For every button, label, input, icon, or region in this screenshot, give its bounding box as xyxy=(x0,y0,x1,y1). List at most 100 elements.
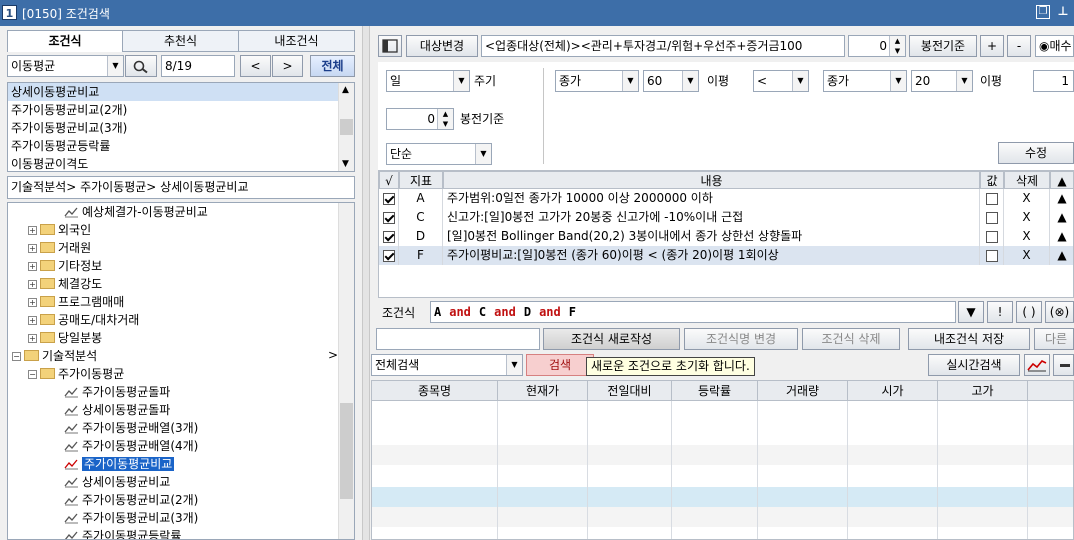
tree-item[interactable]: + 외국인 xyxy=(28,221,91,239)
condition-row[interactable]: C 신고가:[일]0봉전 고가가 20봉중 신고가에 -10%이내 근접 X ▲ xyxy=(379,208,1073,227)
condition-name-input[interactable] xyxy=(376,328,540,350)
buy-radio[interactable]: ◉매수 xyxy=(1035,35,1074,57)
search-input[interactable]: 이동평균 ▼ xyxy=(7,55,124,77)
expand-icon[interactable]: + xyxy=(28,262,37,271)
tree-item[interactable]: + 거래원 xyxy=(28,239,91,257)
panel-splitter[interactable] xyxy=(362,26,370,540)
tree-item[interactable]: 주가이동평균비교(3개) xyxy=(64,509,198,527)
result-col-header[interactable]: 거래량 xyxy=(758,381,848,401)
next-button[interactable]: > xyxy=(272,55,303,77)
tree-item[interactable]: 주가이동평균배열(4개) xyxy=(64,437,198,455)
tree-item[interactable]: 상세이동평균돌파 xyxy=(64,401,170,419)
expand-icon[interactable]: + xyxy=(28,316,37,325)
target-change-button[interactable]: 대상변경 xyxy=(406,35,478,57)
stepper-arrows-icon[interactable]: ▲ ▼ xyxy=(437,109,453,129)
result-list-item[interactable]: 이동평균이격도 xyxy=(8,155,354,171)
panel-toggle-button[interactable] xyxy=(378,35,402,57)
condition-row[interactable]: A 주가범위:0일전 종가가 10000 이상 2000000 이하 X ▲ xyxy=(379,189,1073,208)
scroll-thumb[interactable] xyxy=(340,119,353,135)
collapse-icon[interactable]: − xyxy=(28,370,37,379)
rename-condition-button[interactable]: 조건식명 변경 xyxy=(684,328,798,350)
tree-scrollbar[interactable] xyxy=(338,203,354,539)
expand-icon[interactable]: + xyxy=(28,298,37,307)
result-list-item[interactable]: 주가이동평균비교(2개) xyxy=(8,101,354,119)
condition-checkbox[interactable] xyxy=(382,192,395,205)
delete-condition-button[interactable]: 조건식 삭제 xyxy=(802,328,900,350)
result-list-scrollbar[interactable]: ▲ ▼ xyxy=(338,83,354,171)
condition-row[interactable]: F 주가이평비교:[일]0봉전 (종가 60)이평 < (종가 20)이평 1회이… xyxy=(379,246,1073,265)
formula-not-button[interactable]: ! xyxy=(987,301,1013,323)
condition-checkbox[interactable] xyxy=(382,249,395,262)
result-col-header[interactable]: 전일대비 xyxy=(588,381,672,401)
tree-item[interactable]: 주가이동평균돌파 xyxy=(64,383,170,401)
expand-icon[interactable]: + xyxy=(28,280,37,289)
all-button[interactable]: 전체 xyxy=(310,55,355,77)
ma-select-2[interactable]: 20 ▼ xyxy=(911,70,973,92)
modify-button[interactable]: 수정 xyxy=(998,142,1074,164)
search-run-button[interactable]: 검색 xyxy=(526,354,594,376)
tree-item[interactable]: 상세이동평균비교 xyxy=(64,473,170,491)
tree-item[interactable]: − 주가이동평균 xyxy=(28,365,124,383)
move-up-icon[interactable]: ▲ xyxy=(1050,246,1074,265)
bong-basis-button[interactable]: 봉전기준 xyxy=(909,35,977,57)
result-col-header[interactable]: 등락률 xyxy=(672,381,758,401)
formula-paren-button[interactable]: ( ) xyxy=(1016,301,1042,323)
delete-icon[interactable]: X xyxy=(1004,208,1050,227)
formula-dropdown-button[interactable]: ▼ xyxy=(958,301,984,323)
tab-recommended[interactable]: 추천식 xyxy=(122,30,239,52)
condition-row[interactable]: D [일]0봉전 Bollinger Band(20,2) 3봉이내에서 종가 상… xyxy=(379,227,1073,246)
expand-icon[interactable]: + xyxy=(28,244,37,253)
ma-select-1[interactable]: 60 ▼ xyxy=(643,70,699,92)
move-up-icon[interactable]: ▲ xyxy=(1050,208,1074,227)
tree-item[interactable]: + 당일분봉 xyxy=(28,329,102,347)
tab-condition[interactable]: 조건식 xyxy=(7,30,123,52)
search-dropdown-icon[interactable]: ▼ xyxy=(107,56,123,76)
tree-scroll-thumb[interactable] xyxy=(340,403,353,499)
tree-item[interactable]: + 기타정보 xyxy=(28,257,102,275)
tree-item[interactable]: + 공매도/대차거래 xyxy=(28,311,139,329)
result-list-item[interactable]: 상세이동평균비교 xyxy=(8,83,354,101)
new-condition-button[interactable]: 조건식 새로작성 xyxy=(543,328,680,350)
save-my-condition-button[interactable]: 내조건식 저장 xyxy=(908,328,1030,350)
result-list-item[interactable]: 주가이동평균비교(3개) xyxy=(8,119,354,137)
chart-button[interactable] xyxy=(1024,354,1050,376)
search-button[interactable] xyxy=(125,55,157,77)
stepper-arrows-icon[interactable]: ▲ ▼ xyxy=(889,36,905,56)
tab-my-condition[interactable]: 내조건식 xyxy=(238,30,355,52)
bong-stepper[interactable]: 0 ▲ ▼ xyxy=(848,35,906,57)
expand-icon[interactable]: + xyxy=(28,334,37,343)
value-checkbox[interactable] xyxy=(985,192,998,205)
prev-button[interactable]: < xyxy=(240,55,271,77)
tree-item[interactable]: 주가이동평균비교(2개) xyxy=(64,491,198,509)
tree-item[interactable]: − 기술적분석 xyxy=(12,347,97,365)
pin-icon[interactable]: ⊥ xyxy=(1056,5,1070,19)
formula-input[interactable]: Aand Cand Dand F xyxy=(430,301,956,323)
move-up-icon[interactable]: ▲ xyxy=(1050,227,1074,246)
delete-icon[interactable]: X xyxy=(1004,189,1050,208)
result-list-item[interactable]: 주가이동평균등락률 xyxy=(8,137,354,155)
price-select-2[interactable]: 종가 ▼ xyxy=(823,70,907,92)
result-col-header[interactable]: 고가 xyxy=(938,381,1028,401)
realtime-search-button[interactable]: 실시간검색 xyxy=(928,354,1020,376)
formula-clear-paren-button[interactable]: (⊗) xyxy=(1045,301,1074,323)
restore-icon[interactable]: ❐ xyxy=(1036,5,1050,19)
scroll-down-icon[interactable]: ▼ xyxy=(342,159,349,169)
tree-expand-arrow[interactable]: > xyxy=(328,348,338,362)
plus-button[interactable]: + xyxy=(980,35,1004,57)
value-checkbox[interactable] xyxy=(985,249,998,262)
value-checkbox[interactable] xyxy=(985,230,998,243)
bong-stepper-2[interactable]: 0 ▲ ▼ xyxy=(386,108,454,130)
mode-select[interactable]: 단순 ▼ xyxy=(386,143,492,165)
tree-item[interactable]: 주가이동평균등락률 xyxy=(64,527,181,539)
condition-checkbox[interactable] xyxy=(382,211,395,224)
value-checkbox[interactable] xyxy=(985,211,998,224)
period-select[interactable]: 일 ▼ xyxy=(386,70,470,92)
scroll-up-icon[interactable]: ▲ xyxy=(342,85,349,95)
tree-item[interactable]: + 프로그램매매 xyxy=(28,293,124,311)
result-col-header[interactable]: 시가 xyxy=(848,381,938,401)
tree-item[interactable]: 주가이동평균비교 xyxy=(64,455,175,473)
minus-button[interactable]: - xyxy=(1007,35,1031,57)
operator-select[interactable]: < ▼ xyxy=(753,70,809,92)
menu-button[interactable] xyxy=(1053,354,1074,376)
move-up-icon[interactable]: ▲ xyxy=(1050,189,1074,208)
